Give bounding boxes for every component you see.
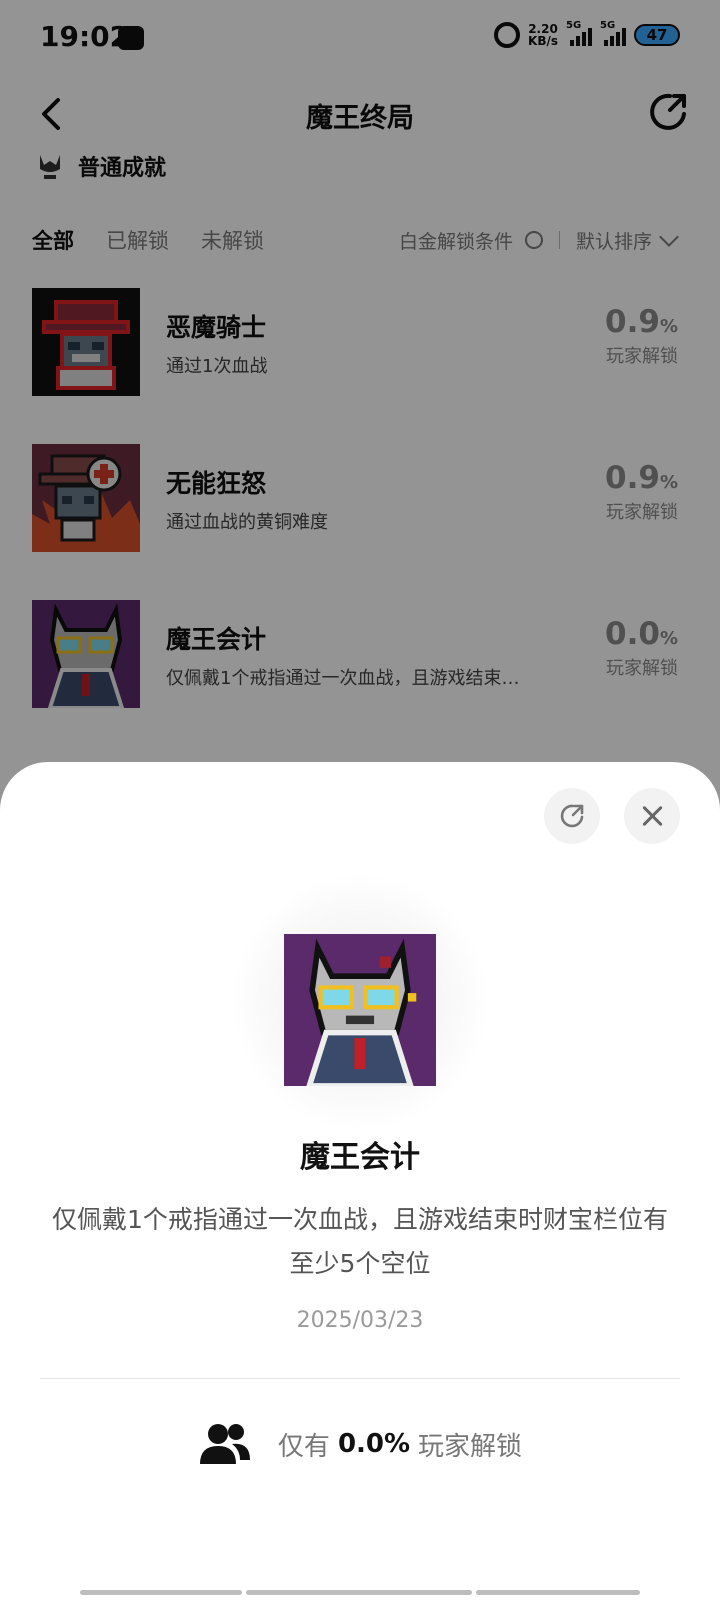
share-icon: [560, 804, 584, 828]
unlock-date: 2025/03/23: [296, 1308, 424, 1333]
unlock-stat: 仅有 0.0% 玩家解锁: [0, 1420, 720, 1468]
share-button[interactable]: [544, 788, 600, 844]
demon-accountant-badge-icon: [284, 934, 436, 1086]
detail-description: 仅佩戴1个戒指通过一次血战，且游戏结束时财宝栏位有至少5个空位: [52, 1205, 668, 1278]
unlock-stat-prefix: 仅有: [277, 1431, 330, 1462]
home-indicator: [246, 1590, 472, 1595]
close-icon: [641, 805, 663, 827]
home-indicator: [476, 1590, 640, 1595]
users-icon: [199, 1424, 250, 1464]
unlock-stat-suffix: 玩家解锁: [418, 1431, 523, 1462]
home-indicator: [80, 1590, 242, 1595]
unlock-stat-percent: 0.0%: [337, 1429, 411, 1459]
achievement-detail-sheet: 魔王会计 仅佩戴1个戒指通过一次血战，且游戏结束时财宝栏位有至少5个空位 202…: [0, 762, 720, 1600]
detail-title: 魔王会计: [300, 1140, 420, 1175]
divider: [40, 1378, 680, 1379]
close-button[interactable]: [624, 788, 680, 844]
